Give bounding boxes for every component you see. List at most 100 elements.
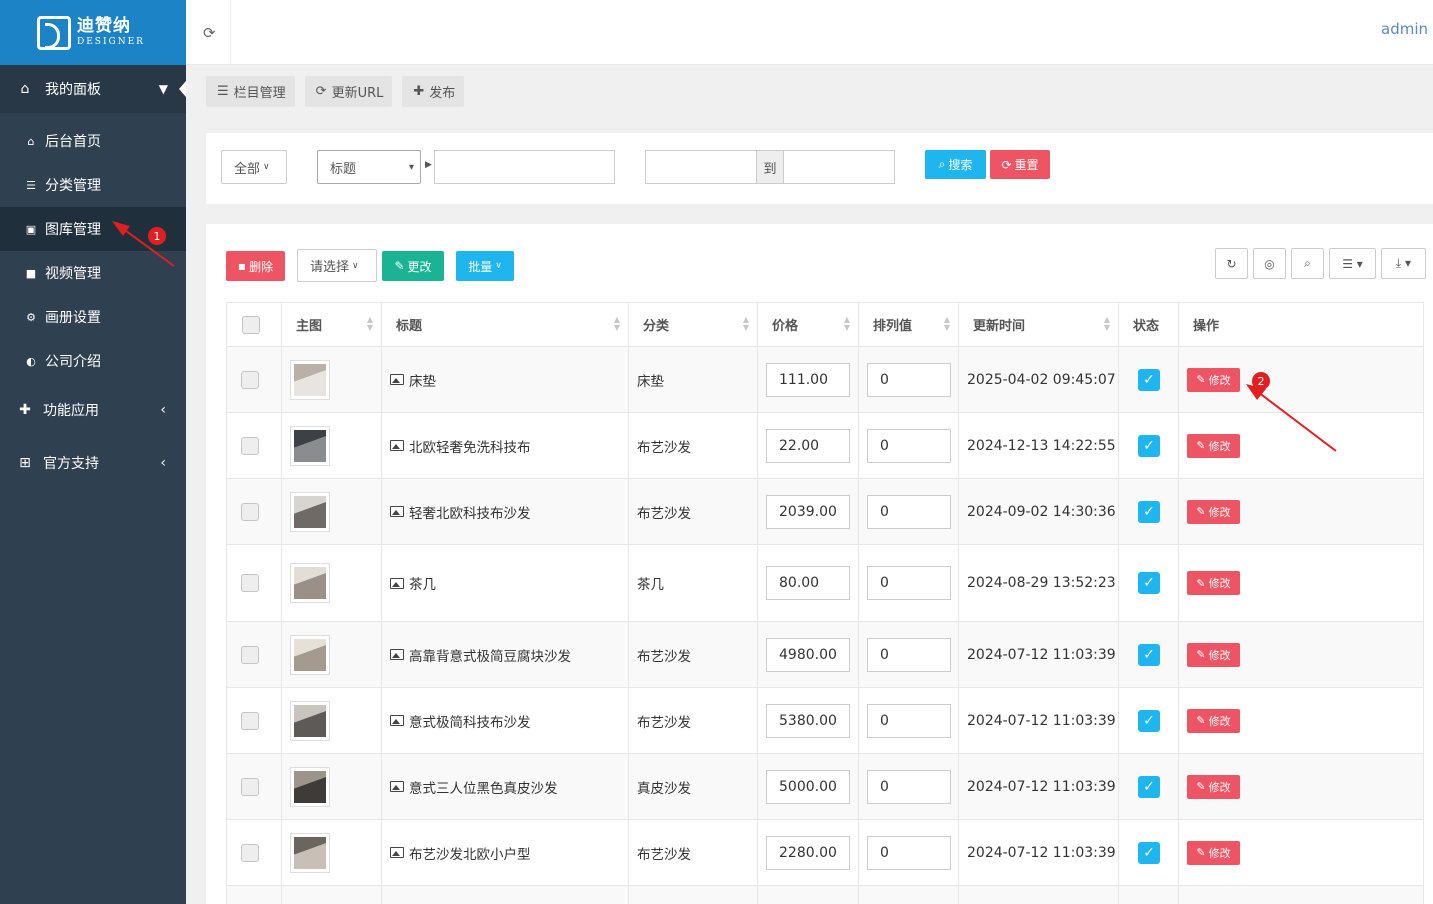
sidebar-item-categories[interactable]: ☰ 分类管理 [0, 163, 186, 207]
publish-button[interactable]: ✚ 发布 [402, 76, 465, 107]
nav-support[interactable]: ⊞ 官方支持 ‹ [0, 436, 186, 489]
status-checkbox[interactable]: ✓ [1138, 500, 1160, 523]
status-checkbox[interactable]: ✓ [1138, 434, 1160, 457]
row-title[interactable]: 床垫 [409, 370, 436, 390]
row-title[interactable]: 意式极简科技布沙发 [409, 711, 531, 731]
title-cell: 床垫 [381, 346, 629, 413]
edit-button[interactable]: ✎ 修改 [1187, 708, 1240, 733]
order-input[interactable]: 0 [867, 494, 951, 529]
select-all-checkbox[interactable] [242, 315, 260, 334]
choose-select[interactable]: 请选择 ∨ [297, 249, 377, 282]
price-input[interactable]: 4980.00 [766, 637, 850, 672]
image-icon [390, 577, 404, 589]
row-checkbox[interactable] [241, 711, 259, 730]
row-checkbox[interactable] [241, 502, 259, 521]
sidebar-item-videos[interactable]: ■ 视频管理 [0, 251, 186, 295]
nav-features[interactable]: ✚ 功能应用 ‹ [0, 383, 186, 436]
columns-toggle-button[interactable]: ☰ ▾ [1329, 248, 1376, 279]
product-thumbnail[interactable] [290, 766, 330, 807]
price-input[interactable]: 22.00 [766, 428, 850, 463]
edit-button[interactable]: ✎ 修改 [1187, 571, 1240, 595]
change-button[interactable]: ✎ 更改 [382, 251, 444, 281]
row-title[interactable]: 高靠背意式极简豆腐块沙发 [409, 645, 571, 665]
sidebar-item-company[interactable]: ◐ 公司介绍 [0, 339, 186, 383]
order-input[interactable]: 0 [867, 637, 951, 672]
reset-button[interactable]: ⟳ 重置 [990, 150, 1050, 179]
column-header[interactable]: 更新时间 ▲ ▼ [958, 302, 1119, 347]
nav-my-panel[interactable]: ⌂ 我的面板 ▼ [0, 65, 186, 113]
product-thumbnail[interactable] [290, 359, 330, 400]
row-title[interactable]: 意式三人位黑色真皮沙发 [409, 777, 558, 797]
edit-button[interactable]: ✎ 修改 [1187, 774, 1240, 799]
scope-select[interactable]: 全部 ∨ [221, 150, 287, 184]
update-url-button[interactable]: ⟳ 更新URL [304, 76, 393, 107]
column-header[interactable]: 分类 ▲ ▼ [628, 302, 758, 347]
row-checkbox[interactable] [241, 645, 259, 664]
product-thumbnail[interactable] [290, 700, 330, 741]
order-input[interactable]: 0 [867, 362, 951, 397]
refresh-table-button[interactable]: ↻ [1215, 248, 1248, 279]
product-thumbnail[interactable] [290, 563, 330, 603]
column-header[interactable]: 标题 ▲ ▼ [381, 302, 629, 347]
order-input[interactable]: 0 [867, 566, 951, 600]
order-cell: 0 [858, 621, 959, 688]
table-row: 高靠背意式极简豆腐块沙发 布艺沙发 4980.00 0 2024-07-12 1… [226, 621, 1424, 688]
search-button[interactable]: ⌕ 搜索 [925, 150, 986, 179]
columns-button[interactable]: ☰ 栏目管理 [206, 76, 295, 107]
edit-button[interactable]: ✎ 修改 [1187, 433, 1240, 458]
column-header[interactable]: 价格 ▲ ▼ [757, 302, 859, 347]
order-input[interactable]: 0 [867, 769, 951, 804]
price-input[interactable]: 5380.00 [766, 703, 850, 738]
keyword-input[interactable] [434, 150, 615, 184]
row-updated: 2024-09-02 14:30:36 [967, 503, 1116, 520]
status-checkbox[interactable]: ✓ [1138, 572, 1160, 594]
price-input[interactable]: 5000.00 [766, 769, 850, 804]
row-checkbox[interactable] [241, 574, 259, 592]
price-input[interactable]: 80.00 [766, 566, 850, 600]
sidebar-item-album-settings[interactable]: ⚙ 画册设置 [0, 295, 186, 339]
edit-button[interactable]: ✎ 修改 [1187, 642, 1240, 667]
price-input[interactable]: 2280.00 [766, 835, 850, 870]
status-checkbox[interactable]: ✓ [1138, 368, 1160, 391]
user-menu[interactable]: admin [1381, 20, 1428, 38]
row-checkbox[interactable] [241, 436, 259, 455]
batch-button[interactable]: 批量 ∨ [456, 251, 514, 281]
field-select[interactable]: 标题 ▾ [317, 150, 421, 184]
edit-button[interactable]: ✎ 修改 [1187, 840, 1240, 865]
range-end-input[interactable] [783, 150, 895, 184]
order-input[interactable]: 0 [867, 703, 951, 738]
column-header[interactable]: 主图 ▲ ▼ [281, 302, 382, 347]
status-cell: ✓ [1118, 819, 1179, 886]
product-thumbnail[interactable] [290, 634, 330, 675]
row-checkbox[interactable] [241, 370, 259, 389]
row-title[interactable]: 北欧轻奢免洗科技布 [409, 436, 531, 456]
toggle-view-button[interactable]: ◎ [1253, 248, 1286, 279]
range-start-input[interactable] [645, 150, 757, 184]
status-checkbox[interactable]: ✓ [1138, 709, 1160, 732]
delete-button[interactable]: ▪ 删除 [226, 251, 285, 281]
product-thumbnail[interactable] [290, 491, 330, 532]
status-checkbox[interactable]: ✓ [1138, 775, 1160, 798]
price-input[interactable]: 2039.00 [766, 494, 850, 529]
table-search-button[interactable]: ⌕ [1291, 248, 1324, 279]
edit-button[interactable]: ✎ 修改 [1187, 367, 1240, 392]
row-checkbox[interactable] [241, 777, 259, 796]
order-input[interactable]: 0 [867, 428, 951, 463]
row-title[interactable]: 轻奢北欧科技布沙发 [409, 502, 531, 522]
edit-label: 修改 [1208, 714, 1231, 728]
product-thumbnail[interactable] [290, 425, 330, 466]
status-checkbox[interactable]: ✓ [1138, 841, 1160, 864]
refresh-icon[interactable]: ⟳ [203, 24, 216, 42]
product-thumbnail[interactable] [290, 832, 330, 873]
edit-button[interactable]: ✎ 修改 [1187, 499, 1240, 524]
logo[interactable]: 迪赞纳 DESIGNER [0, 0, 186, 65]
row-title[interactable]: 布艺沙发北欧小户型 [409, 843, 531, 863]
row-checkbox[interactable] [241, 843, 259, 862]
row-title[interactable]: 茶几 [409, 573, 436, 593]
status-checkbox[interactable]: ✓ [1138, 643, 1160, 666]
column-header[interactable]: 排列值 ▲ ▼ [858, 302, 959, 347]
export-button[interactable]: ⤓ ▾ [1381, 248, 1426, 279]
sidebar-item-home[interactable]: ⌂ 后台首页 [0, 119, 186, 163]
price-input[interactable]: 111.00 [766, 362, 850, 397]
order-input[interactable]: 0 [867, 835, 951, 870]
